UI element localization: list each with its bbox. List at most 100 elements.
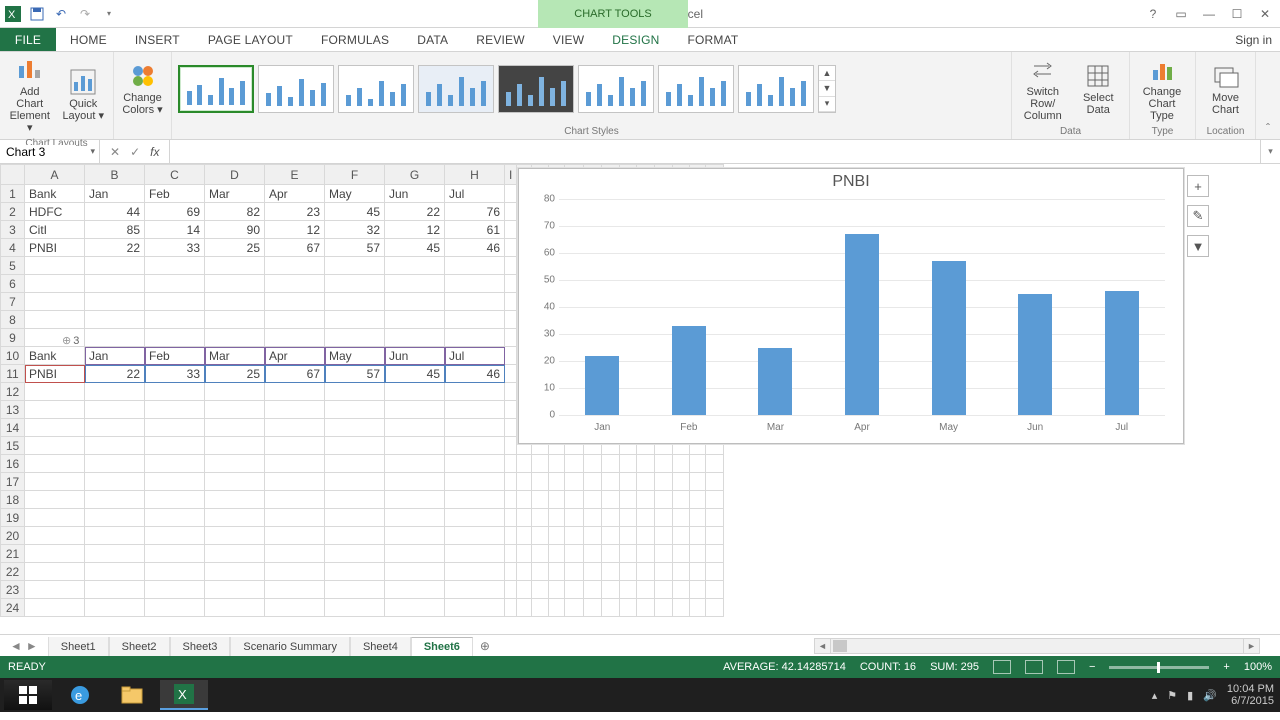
cell-J21[interactable]	[517, 545, 532, 563]
qat-dropdown-icon[interactable]: ▾	[100, 5, 118, 23]
cell-E14[interactable]	[265, 419, 325, 437]
cell-F11[interactable]: 57	[325, 365, 385, 383]
cell-A22[interactable]	[25, 563, 85, 581]
cell-T16[interactable]	[690, 455, 706, 473]
cell-S16[interactable]	[673, 455, 690, 473]
cell-E20[interactable]	[265, 527, 325, 545]
cell-L18[interactable]	[549, 491, 565, 509]
cell-D8[interactable]	[205, 311, 265, 329]
cell-E18[interactable]	[265, 491, 325, 509]
cell-D9[interactable]	[205, 329, 265, 347]
cell-M16[interactable]	[565, 455, 584, 473]
cell-U23[interactable]	[706, 581, 724, 599]
cell-H24[interactable]	[445, 599, 505, 617]
cell-S17[interactable]	[673, 473, 690, 491]
cell-A8[interactable]	[25, 311, 85, 329]
cell-K21[interactable]	[532, 545, 549, 563]
tab-review[interactable]: REVIEW	[462, 28, 539, 51]
cell-G18[interactable]	[385, 491, 445, 509]
row-header-12[interactable]: 12	[1, 383, 25, 401]
chart-styles-scroll[interactable]: ▲▼▾	[818, 65, 836, 113]
cell-N23[interactable]	[584, 581, 602, 599]
cell-G15[interactable]	[385, 437, 445, 455]
cell-N22[interactable]	[584, 563, 602, 581]
chart-style-2[interactable]	[258, 65, 334, 113]
cell-Q22[interactable]	[637, 563, 655, 581]
cell-C9[interactable]	[145, 329, 205, 347]
cell-I20[interactable]	[505, 527, 517, 545]
cell-C6[interactable]	[145, 275, 205, 293]
cell-M18[interactable]	[565, 491, 584, 509]
cell-Q24[interactable]	[637, 599, 655, 617]
cell-A14[interactable]	[25, 419, 85, 437]
cell-E21[interactable]	[265, 545, 325, 563]
maximize-button[interactable]: ☐	[1224, 4, 1250, 24]
cell-K24[interactable]	[532, 599, 549, 617]
row-header-6[interactable]: 6	[1, 275, 25, 293]
tab-page-layout[interactable]: PAGE LAYOUT	[194, 28, 307, 51]
cell-M19[interactable]	[565, 509, 584, 527]
cell-U22[interactable]	[706, 563, 724, 581]
cell-C21[interactable]	[145, 545, 205, 563]
cell-D10[interactable]: Mar	[205, 347, 265, 365]
cell-B24[interactable]	[85, 599, 145, 617]
cell-C22[interactable]	[145, 563, 205, 581]
cell-T17[interactable]	[690, 473, 706, 491]
cell-G2[interactable]: 22	[385, 203, 445, 221]
cell-G11[interactable]: 45	[385, 365, 445, 383]
start-button[interactable]	[4, 680, 52, 710]
cell-H6[interactable]	[445, 275, 505, 293]
cell-O20[interactable]	[601, 527, 619, 545]
cell-C16[interactable]	[145, 455, 205, 473]
cell-D24[interactable]	[205, 599, 265, 617]
cell-I18[interactable]	[505, 491, 517, 509]
cell-T20[interactable]	[690, 527, 706, 545]
cell-S24[interactable]	[673, 599, 690, 617]
cell-D1[interactable]: Mar	[205, 185, 265, 203]
cell-B5[interactable]	[85, 257, 145, 275]
cell-E3[interactable]: 12	[265, 221, 325, 239]
cell-P22[interactable]	[620, 563, 637, 581]
row-header-16[interactable]: 16	[1, 455, 25, 473]
cell-I2[interactable]	[505, 203, 517, 221]
cell-I21[interactable]	[505, 545, 517, 563]
row-header-8[interactable]: 8	[1, 311, 25, 329]
cell-K19[interactable]	[532, 509, 549, 527]
cell-D20[interactable]	[205, 527, 265, 545]
cell-C24[interactable]	[145, 599, 205, 617]
cell-H7[interactable]	[445, 293, 505, 311]
cell-F2[interactable]: 45	[325, 203, 385, 221]
bar-Apr[interactable]	[845, 234, 879, 415]
cell-D7[interactable]	[205, 293, 265, 311]
chart-styles-button[interactable]: ✎	[1187, 205, 1209, 227]
cell-F21[interactable]	[325, 545, 385, 563]
cell-A16[interactable]	[25, 455, 85, 473]
cell-A7[interactable]	[25, 293, 85, 311]
add-chart-element-button[interactable]: Add Chart Element ▾	[6, 56, 54, 134]
tray-up-icon[interactable]: ▴	[1152, 689, 1158, 702]
cell-R17[interactable]	[655, 473, 673, 491]
cell-D13[interactable]	[205, 401, 265, 419]
cell-F14[interactable]	[325, 419, 385, 437]
cell-H10[interactable]: Jul	[445, 347, 505, 365]
cell-G4[interactable]: 45	[385, 239, 445, 257]
change-chart-type-button[interactable]: Change Chart Type	[1136, 56, 1188, 122]
cell-F8[interactable]	[325, 311, 385, 329]
cell-B20[interactable]	[85, 527, 145, 545]
cell-D19[interactable]	[205, 509, 265, 527]
cell-R18[interactable]	[655, 491, 673, 509]
cell-G10[interactable]: Jun	[385, 347, 445, 365]
cell-D23[interactable]	[205, 581, 265, 599]
row-header-14[interactable]: 14	[1, 419, 25, 437]
cell-T19[interactable]	[690, 509, 706, 527]
cell-B1[interactable]: Jan	[85, 185, 145, 203]
cell-L21[interactable]	[549, 545, 565, 563]
cell-I22[interactable]	[505, 563, 517, 581]
cell-H12[interactable]	[445, 383, 505, 401]
zoom-slider[interactable]	[1109, 666, 1209, 669]
cell-A3[interactable]: CitI	[25, 221, 85, 239]
row-header-13[interactable]: 13	[1, 401, 25, 419]
cell-T24[interactable]	[690, 599, 706, 617]
zoom-level[interactable]: 100%	[1244, 661, 1272, 673]
cell-Q19[interactable]	[637, 509, 655, 527]
